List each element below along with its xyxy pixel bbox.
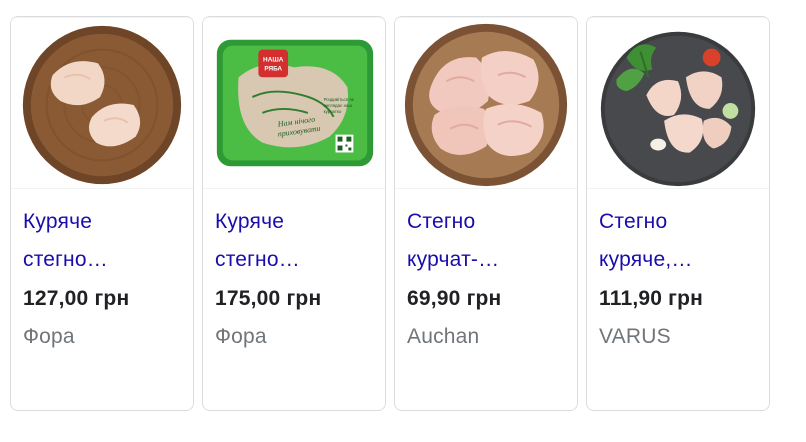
- product-card[interactable]: Стегно куряче,… 111,90 грн VARUS: [586, 16, 770, 411]
- product-title[interactable]: Стегно курчат-…: [407, 203, 565, 279]
- product-store: Фора: [23, 325, 75, 348]
- product-title[interactable]: Стегно куряче,…: [599, 203, 757, 279]
- package-side-text: Роздивіться як: [324, 97, 354, 102]
- product-store: Auchan: [407, 325, 480, 348]
- product-store: Фора: [215, 325, 267, 348]
- svg-text:виглядає наш: виглядає наш: [324, 103, 353, 108]
- brand-logo-text-top: НАША: [263, 56, 284, 63]
- product-price: 175,00 грн: [215, 287, 322, 310]
- chicken-thighs-on-round-board-icon: [395, 17, 577, 189]
- product-image[interactable]: [11, 17, 193, 189]
- product-card[interactable]: Стегно курчат-… 69,90 грн Auchan: [394, 16, 578, 411]
- product-carousel: Куряче стегно… 127,00 грн Фора НАША РЯБА…: [10, 16, 770, 411]
- chicken-thighs-on-wooden-board-icon: [11, 17, 193, 189]
- product-title[interactable]: Куряче стегно…: [23, 203, 181, 279]
- product-card[interactable]: НАША РЯБА Нам нічого приховувати Роздиві…: [202, 16, 386, 411]
- product-price: 111,90 грн: [599, 287, 704, 310]
- packaged-chicken-thighs-icon: НАША РЯБА Нам нічого приховувати Роздиві…: [203, 17, 385, 189]
- product-image[interactable]: НАША РЯБА Нам нічого приховувати Роздиві…: [203, 17, 385, 189]
- product-price: 127,00 грн: [23, 287, 130, 310]
- product-image[interactable]: [587, 17, 769, 189]
- product-title[interactable]: Куряче стегно…: [215, 203, 373, 279]
- chicken-thighs-on-slate-plate-icon: [587, 17, 769, 189]
- product-store: VARUS: [599, 325, 671, 348]
- product-card[interactable]: Куряче стегно… 127,00 грн Фора: [10, 16, 194, 411]
- svg-text:курчатко: курчатко: [324, 109, 342, 114]
- product-image[interactable]: [395, 17, 577, 189]
- product-price: 69,90 грн: [407, 287, 502, 310]
- brand-logo-text-bottom: РЯБА: [264, 65, 282, 72]
